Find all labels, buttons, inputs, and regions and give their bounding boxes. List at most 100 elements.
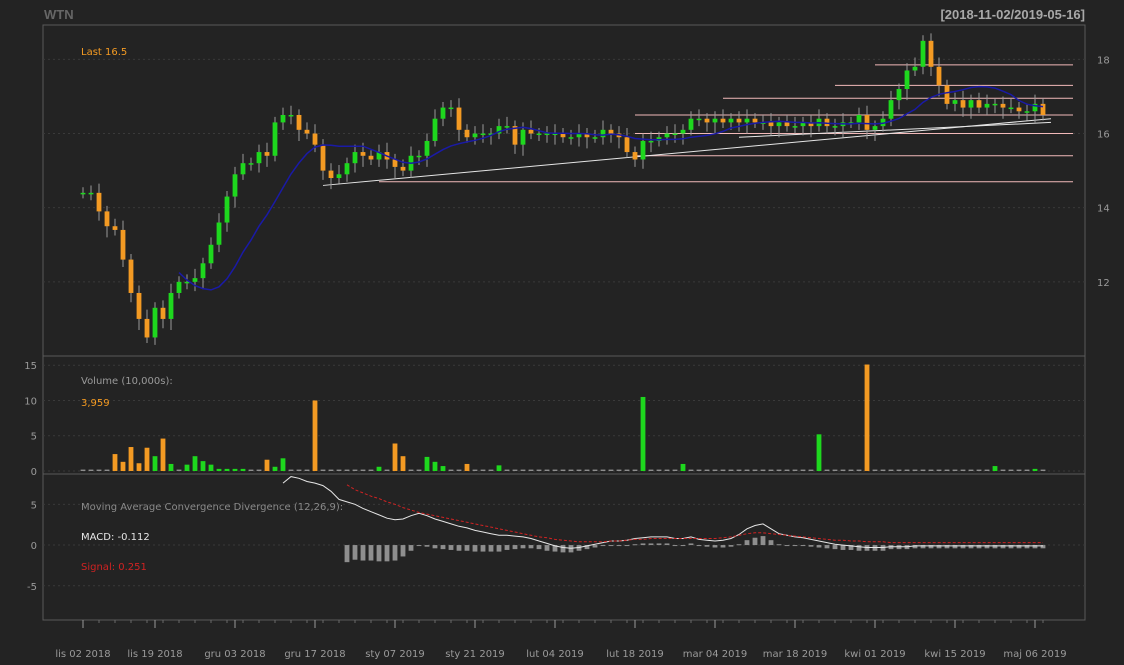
candle-body: [288, 114, 294, 117]
x-tick-label: mar 18 2019: [763, 649, 828, 660]
volume-bar: [128, 447, 134, 471]
candle-body: [856, 114, 862, 123]
candle-body: [200, 263, 206, 279]
candle-body: [640, 140, 646, 160]
volume-bar: [752, 469, 758, 471]
macd-hist-bar: [816, 545, 822, 548]
volume-bar: [640, 396, 646, 471]
volume-bar: [784, 469, 790, 471]
macd-title: Moving Average Convergence Divergence (1…: [81, 502, 343, 513]
volume-bar: [352, 469, 358, 471]
price-last-label: Last 16.5: [81, 47, 127, 58]
volume-bar: [168, 463, 174, 471]
candle-body: [88, 192, 94, 195]
candle-body: [976, 100, 982, 108]
volume-bar: [408, 469, 414, 471]
volume-bar: [920, 469, 926, 471]
volume-bar: [208, 464, 214, 471]
candle-body: [248, 163, 254, 165]
macd-hist-bar: [680, 545, 686, 547]
volume-bar: [160, 438, 166, 471]
candle-body: [608, 129, 614, 134]
candle-body: [208, 244, 214, 264]
volume-bar: [1040, 469, 1046, 471]
volume-bar: [296, 469, 302, 471]
candle-body: [1000, 103, 1006, 108]
candle-body: [360, 152, 366, 156]
macd-hist-bar: [776, 544, 782, 546]
candle-body: [736, 118, 742, 123]
candle-body: [600, 129, 606, 138]
volume-bar: [544, 469, 550, 471]
candle-body: [688, 118, 694, 130]
candle-body: [128, 259, 134, 293]
macd-hist-bar: [688, 543, 694, 546]
volume-bar: [600, 469, 606, 471]
volume-bar: [488, 469, 494, 471]
volume-bar: [656, 469, 662, 471]
macd-hist-bar: [432, 545, 438, 549]
macd-hist-bar: [592, 545, 598, 548]
candle-body: [160, 307, 166, 319]
macd-hist-bar: [448, 545, 454, 550]
macd-hist-bar: [608, 545, 614, 547]
volume-bar: [760, 469, 766, 471]
volume-bar: [568, 469, 574, 471]
volume-bar: [952, 469, 958, 471]
candle-body: [320, 144, 326, 171]
volume-bar: [440, 466, 446, 471]
volume-bar: [944, 469, 950, 471]
candle-body: [280, 114, 286, 123]
candle-body: [440, 107, 446, 119]
macd-hist-bar: [424, 545, 430, 547]
candle-body: [448, 107, 454, 110]
volume-bar: [616, 469, 622, 471]
macd-hist-bar: [632, 544, 638, 546]
volume-bar: [104, 469, 110, 471]
volume-bar: [504, 469, 510, 471]
macd-hist-bar: [656, 543, 662, 546]
volume-bar: [176, 469, 182, 471]
volume-bar: [240, 468, 246, 471]
volume-bar: [472, 469, 478, 471]
candle-body: [136, 292, 142, 319]
candle-body: [96, 192, 102, 212]
macd-hist-bar: [400, 545, 406, 557]
volume-bar: [912, 469, 918, 471]
candle-body: [336, 174, 342, 179]
chart-symbol: WTN: [44, 7, 74, 22]
volume-bar: [624, 469, 630, 471]
volume-bar: [848, 469, 854, 471]
candle-body: [1016, 107, 1022, 112]
candle-body: [720, 118, 726, 123]
macd-hist-bar: [512, 545, 518, 550]
candle-body: [152, 307, 158, 338]
volume-bar: [368, 469, 374, 471]
volume-bar: [632, 469, 638, 471]
macd-hist-bar: [600, 545, 606, 547]
volume-tick-label: 5: [31, 432, 37, 443]
macd-hist-bar: [704, 545, 710, 547]
macd-tick-label: 5: [31, 500, 37, 511]
candle-body: [928, 40, 934, 67]
candle-body: [704, 118, 710, 123]
signal-value-label: Signal: 0.251: [81, 562, 147, 573]
x-tick-label: lis 02 2018: [55, 649, 110, 660]
volume-bar: [984, 469, 990, 471]
x-tick-label: lut 18 2019: [606, 649, 664, 660]
price-tick-label: 18: [1097, 55, 1110, 66]
candle-body: [776, 122, 782, 127]
macd-hist-bar: [640, 543, 646, 546]
macd-hist-bar: [624, 545, 630, 547]
volume-bar: [680, 463, 686, 471]
macd-hist-bar: [520, 545, 526, 549]
volume-bar: [976, 469, 982, 471]
volume-bar: [136, 463, 142, 471]
candle-body: [824, 118, 830, 127]
macd-hist-bar: [784, 545, 790, 547]
candle-body: [168, 292, 174, 319]
volume-bar: [400, 456, 406, 471]
macd-hist-bar: [352, 545, 358, 560]
volume-bar: [496, 465, 502, 471]
x-tick-label: kwi 01 2019: [844, 649, 905, 660]
